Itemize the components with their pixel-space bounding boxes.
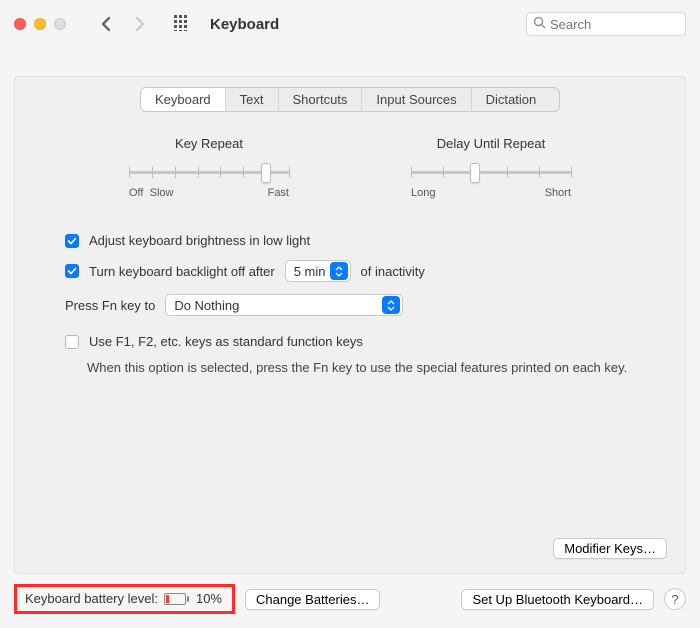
battery-percent: 10%: [196, 591, 222, 606]
forward-button: [128, 13, 150, 35]
standard-fn-label: Use F1, F2, etc. keys as standard functi…: [89, 334, 363, 349]
select-stepper-icon: [382, 296, 400, 314]
scale-long: Long: [411, 187, 435, 199]
toolbar: Keyboard: [0, 0, 700, 48]
adjust-brightness-checkbox[interactable]: [65, 234, 79, 248]
key-repeat-slider[interactable]: [129, 161, 289, 185]
settings-panel: Keyboard Text Shortcuts Input Sources Di…: [14, 76, 686, 574]
delay-label: Delay Until Repeat: [437, 136, 545, 151]
tab-text[interactable]: Text: [226, 88, 279, 111]
adjust-brightness-label: Adjust keyboard brightness in low light: [89, 233, 310, 248]
scale-slow: Slow: [150, 187, 174, 199]
tabs: Keyboard Text Shortcuts Input Sources Di…: [140, 87, 560, 112]
apps-grid-icon[interactable]: [174, 15, 190, 34]
scale-short: Short: [545, 187, 571, 199]
battery-icon: [164, 593, 190, 605]
tab-input-sources[interactable]: Input Sources: [362, 88, 471, 111]
backlight-duration-select[interactable]: 5 min: [285, 260, 351, 282]
scale-off: Off: [129, 187, 143, 199]
search-field[interactable]: [526, 12, 686, 36]
backlight-duration-value: 5 min: [294, 264, 326, 279]
select-stepper-icon: [330, 262, 348, 280]
back-button[interactable]: [96, 13, 118, 35]
battery-label: Keyboard battery level:: [25, 591, 158, 606]
tab-shortcuts[interactable]: Shortcuts: [279, 88, 363, 111]
help-button[interactable]: ?: [664, 588, 686, 610]
key-repeat-group: Key Repeat Off Slow Fast: [99, 136, 319, 199]
search-input[interactable]: [550, 17, 679, 32]
options-section: Adjust keyboard brightness in low light …: [39, 233, 661, 377]
fn-action-value: Do Nothing: [174, 298, 239, 313]
fn-key-label: Press Fn key to: [65, 298, 155, 313]
nav-arrows: [96, 13, 150, 35]
sliders-section: Key Repeat Off Slow Fast Delay Until Repe…: [39, 136, 661, 199]
standard-fn-checkbox[interactable]: [65, 335, 79, 349]
fn-action-select[interactable]: Do Nothing: [165, 294, 403, 316]
battery-status: Keyboard battery level: 10%: [14, 584, 235, 614]
tab-dictation[interactable]: Dictation: [472, 88, 551, 111]
window-controls: [14, 18, 66, 30]
backlight-off-label-pre: Turn keyboard backlight off after: [89, 264, 275, 279]
backlight-off-label-post: of inactivity: [361, 264, 425, 279]
setup-bluetooth-button[interactable]: Set Up Bluetooth Keyboard…: [461, 589, 654, 610]
delay-group: Delay Until Repeat Long Short: [381, 136, 601, 199]
window-title: Keyboard: [210, 16, 279, 33]
maximize-icon: [54, 18, 66, 30]
close-icon[interactable]: [14, 18, 26, 30]
standard-fn-note: When this option is selected, press the …: [87, 359, 635, 377]
modifier-keys-button[interactable]: Modifier Keys…: [553, 538, 667, 559]
backlight-off-checkbox[interactable]: [65, 264, 79, 278]
search-icon: [533, 16, 546, 32]
minimize-icon[interactable]: [34, 18, 46, 30]
delay-slider[interactable]: [411, 161, 571, 185]
change-batteries-button[interactable]: Change Batteries…: [245, 589, 380, 610]
key-repeat-label: Key Repeat: [175, 136, 243, 151]
scale-fast: Fast: [268, 187, 289, 199]
tab-keyboard[interactable]: Keyboard: [141, 88, 226, 111]
footer: Keyboard battery level: 10% Change Batte…: [0, 574, 700, 614]
